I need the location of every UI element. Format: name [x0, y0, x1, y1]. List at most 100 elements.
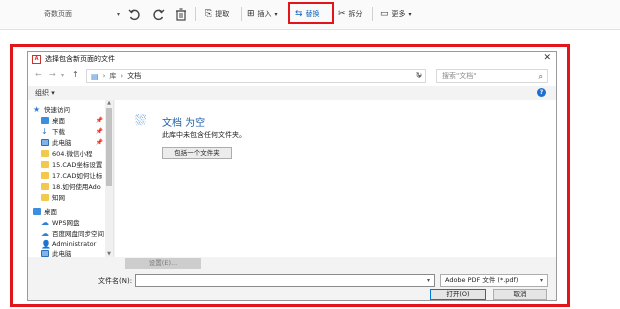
replace-label: 替换	[305, 10, 320, 18]
open-file-dialog: A 选择包含新页面的文件 ✕ ← → ▾ ↑ ▤ › 库 › 文档 ▾ ↻ 搜索…	[27, 51, 557, 301]
refresh-icon[interactable]: ↻	[412, 69, 426, 83]
nav-item-label: 15.CAD坐标设置	[52, 161, 103, 169]
help-icon[interactable]: ?	[537, 88, 546, 97]
nav-downloads[interactable]: ↓ 下载 📌	[41, 126, 105, 136]
nav-item-label: Administrator	[52, 240, 97, 248]
breadcrumb-separator-icon: ›	[102, 72, 106, 80]
cancel-button[interactable]: 取消	[493, 289, 547, 300]
nav-desktop[interactable]: 桌面 📌	[41, 115, 105, 125]
nav-desktop-root[interactable]: 桌面	[33, 206, 110, 216]
extract-icon: ⎘	[205, 9, 213, 19]
nav-quick-access[interactable]: ★ 快速访问	[33, 104, 110, 114]
settings-button[interactable]: 设置(E)...	[125, 258, 201, 269]
folder-icon	[41, 182, 49, 190]
nav-wps-cloud[interactable]: ☁ WPS网盘	[41, 217, 105, 227]
library-icon: ⛆	[135, 113, 147, 129]
breadcrumb-separator-icon: ›	[120, 72, 124, 80]
nav-item-label: 桌面	[44, 208, 57, 216]
split-button[interactable]: ✂ 拆分	[338, 7, 363, 21]
address-bar[interactable]: ▤ › 库 › 文档 ▾	[86, 69, 426, 83]
nav-folder[interactable]: 18.如何使用Ado	[41, 181, 105, 191]
command-bar: 组织 ▾ ?	[28, 86, 556, 100]
nav-folder[interactable]: 知网	[41, 192, 105, 202]
recent-dropdown-icon[interactable]: ▾	[61, 72, 64, 79]
nav-item-label: 18.如何使用Ado	[52, 183, 101, 191]
open-button[interactable]: 打开(O)	[430, 289, 486, 300]
search-placeholder: 搜索"文档"	[442, 72, 477, 80]
empty-library-description: 此库中未包含任何文件夹。	[162, 131, 246, 139]
up-arrow-icon[interactable]: ↑	[72, 70, 79, 79]
nav-folder[interactable]: 15.CAD坐标设置	[41, 159, 105, 169]
computer-icon	[41, 138, 49, 146]
include-folder-button[interactable]: 包括一个文件夹	[162, 147, 232, 159]
toolbar-divider	[195, 7, 196, 21]
nav-this-pc[interactable]: 此电脑 📌	[41, 137, 105, 147]
search-input[interactable]: 搜索"文档" ⌕	[436, 69, 548, 83]
more-label: 更多	[391, 10, 406, 18]
undo-icon[interactable]	[126, 6, 142, 22]
nav-folder[interactable]: 17.CAD如何让标	[41, 170, 105, 180]
scissors-icon: ✂	[338, 9, 346, 19]
pin-icon: 📌	[95, 127, 103, 135]
insert-label: 插入	[257, 10, 272, 18]
filename-input[interactable]: ▾	[135, 274, 435, 287]
nav-item-label: 此电脑	[52, 139, 72, 147]
chevron-down-icon: ▾	[274, 10, 278, 18]
breadcrumb-documents[interactable]: 文档	[127, 71, 141, 81]
dialog-title-bar: A 选择包含新页面的文件 ✕	[28, 52, 556, 66]
download-icon: ↓	[41, 126, 48, 136]
folder-icon	[41, 149, 49, 157]
page-toolbar: 奇数页面 ▾ ⎘ 提取 ⊞ 插入 ▾ ⇆ 替换 ✂ 拆分 ▭ 更多 ▾	[0, 0, 620, 30]
scrollbar-thumb[interactable]	[106, 108, 112, 186]
empty-library-title: 文档 为空	[162, 118, 206, 129]
more-button[interactable]: ▭ 更多 ▾	[380, 7, 412, 21]
trash-icon[interactable]	[173, 6, 189, 22]
nav-item-label: 17.CAD如何让标	[52, 172, 103, 180]
nav-item-label: 知网	[52, 194, 65, 202]
toolbar-divider	[241, 7, 242, 21]
extract-button[interactable]: ⎘ 提取	[205, 7, 229, 21]
replace-pages-icon: ⇆	[295, 9, 303, 19]
breadcrumb-library[interactable]: 库	[109, 71, 116, 81]
split-label: 拆分	[348, 10, 363, 18]
toolbar-divider	[372, 7, 373, 21]
folder-icon	[41, 193, 49, 201]
star-icon: ★	[33, 104, 41, 114]
nav-folder[interactable]: 604.微信小程	[41, 148, 105, 158]
scroll-up-icon[interactable]: ▲	[105, 100, 113, 106]
nav-baidu-sync[interactable]: ☁ 百度网盘同步空间	[41, 228, 105, 238]
filetype-select-value: Adobe PDF 文件 (*.pdf)	[445, 276, 519, 284]
back-arrow-icon[interactable]: ←	[35, 70, 42, 79]
forward-arrow-icon[interactable]: →	[49, 70, 56, 79]
chevron-down-icon: ▾	[116, 10, 120, 18]
file-list-pane: ⛆ 文档 为空 此库中未包含任何文件夹。 包括一个文件夹	[115, 100, 556, 257]
nav-item-label: 桌面	[52, 117, 65, 125]
redo-icon[interactable]	[150, 6, 166, 22]
filetype-select[interactable]: Adobe PDF 文件 (*.pdf) ▾	[440, 274, 548, 287]
nav-item-label: 快速访问	[44, 106, 70, 114]
insert-page-icon: ⊞	[247, 9, 255, 19]
nav-scrollbar[interactable]: ▲ ▼	[105, 100, 113, 257]
filename-label: 文件名(N):	[98, 277, 133, 285]
page-range-select-value: 奇数页面	[44, 10, 72, 18]
cloud-icon: ☁	[41, 228, 49, 238]
chevron-down-icon: ▾	[408, 10, 412, 18]
desktop-icon	[33, 207, 41, 215]
folder-icon	[41, 160, 49, 168]
more-options-icon: ▭	[380, 9, 389, 19]
insert-button[interactable]: ⊞ 插入 ▾	[247, 7, 278, 21]
replace-button[interactable]: ⇆ 替换	[295, 7, 320, 21]
cloud-icon: ☁	[41, 217, 49, 227]
pdf-app-icon: A	[32, 54, 41, 64]
page-range-select[interactable]: 奇数页面 ▾	[44, 7, 120, 21]
navigation-pane: ★ 快速访问 桌面 📌 ↓ 下载 📌 此电脑 📌 604.微信小程 15.CAD…	[28, 100, 114, 258]
nav-item-label: 下载	[52, 128, 65, 136]
nav-item-label: 604.微信小程	[52, 150, 93, 158]
close-icon[interactable]: ✕	[543, 53, 551, 63]
library-icon: ▤	[91, 71, 99, 81]
navigation-bar: ← → ▾ ↑ ▤ › 库 › 文档 ▾ ↻ 搜索"文档" ⌕	[28, 66, 556, 86]
desktop-icon	[41, 116, 49, 124]
user-icon: 👤	[41, 239, 51, 249]
organize-menu[interactable]: 组织 ▾	[35, 88, 55, 98]
chevron-down-icon[interactable]: ▾	[427, 277, 430, 284]
